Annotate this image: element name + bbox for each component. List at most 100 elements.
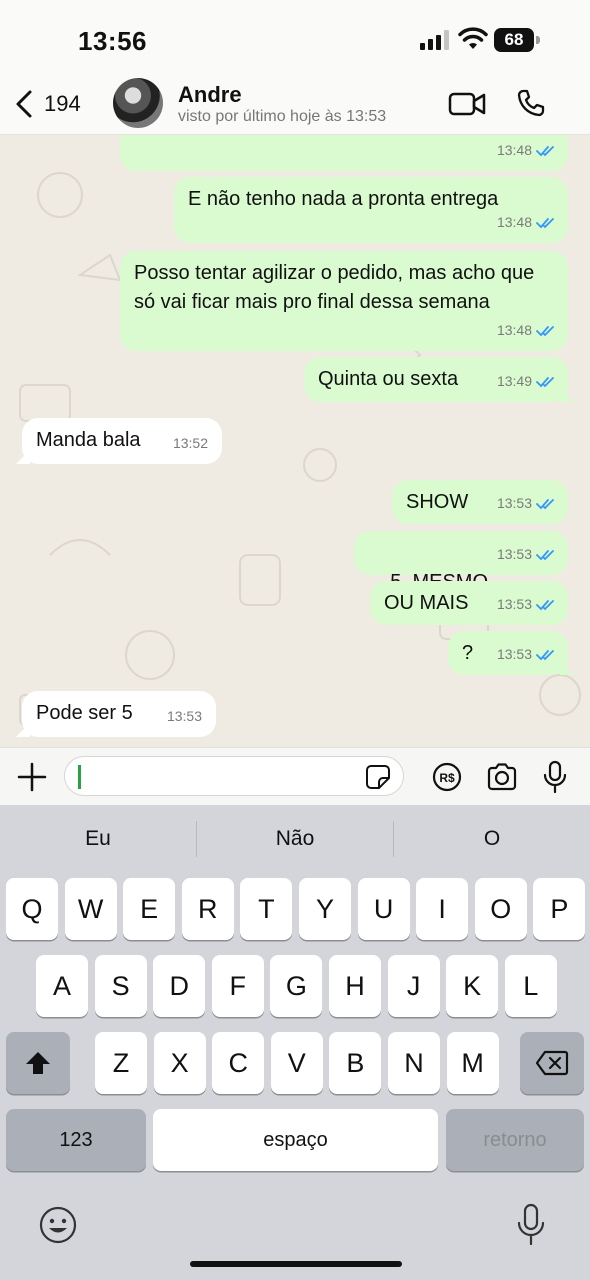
unread-count: 194: [44, 91, 81, 116]
message-time: 13:48: [496, 142, 532, 158]
message-time: 13:53: [496, 546, 532, 562]
backspace-key[interactable]: [520, 1032, 584, 1094]
suggestion-bar: Eu Não O: [0, 805, 590, 873]
message-bubble[interactable]: SHOW 13:53: [392, 480, 568, 524]
message-text: ?: [462, 642, 474, 664]
backspace-icon: [535, 1050, 569, 1076]
message-meta: 13:53: [497, 489, 556, 518]
emoji-icon[interactable]: [38, 1205, 78, 1245]
message-bubble[interactable]: Pode ser 5 13:53: [16, 691, 216, 737]
key-x[interactable]: X: [153, 1032, 206, 1094]
message-input[interactable]: [64, 756, 404, 796]
suggestion-item[interactable]: Eu: [0, 827, 196, 851]
chevron-left-icon: [16, 90, 32, 118]
key-j[interactable]: J: [387, 955, 440, 1017]
key-d[interactable]: D: [153, 955, 206, 1017]
status-time: 13:56: [78, 26, 147, 56]
key-i[interactable]: I: [416, 878, 469, 940]
message-text: Posso tentar agilizar o pedido, mas acho…: [134, 262, 535, 313]
suggestion-item[interactable]: Não: [197, 827, 393, 851]
text-caret: [78, 765, 81, 789]
return-key[interactable]: retorno: [446, 1109, 584, 1171]
read-ticks-icon: [536, 549, 554, 560]
message-bubble[interactable]: 5 MESMO 13:53: [354, 531, 568, 593]
key-r[interactable]: R: [181, 878, 234, 940]
microphone-icon[interactable]: [543, 760, 567, 794]
key-y[interactable]: Y: [299, 878, 351, 940]
read-ticks-icon: [536, 498, 554, 509]
dictation-microphone-icon[interactable]: [517, 1203, 545, 1247]
message-meta: 13:52: [173, 429, 208, 458]
suggestion-item[interactable]: O: [394, 827, 590, 851]
key-b[interactable]: B: [329, 1032, 382, 1094]
avatar[interactable]: [113, 78, 163, 128]
message-bubble[interactable]: OU MAIS 13:53: [370, 581, 568, 625]
key-u[interactable]: U: [357, 878, 410, 940]
message-bubble[interactable]: 13:48: [120, 135, 568, 171]
key-c[interactable]: C: [212, 1032, 265, 1094]
video-call-icon[interactable]: [448, 90, 486, 118]
contact-name[interactable]: Andre: [178, 82, 242, 108]
key-t[interactable]: T: [240, 878, 293, 940]
sticker-icon[interactable]: [365, 764, 391, 790]
key-e[interactable]: E: [123, 878, 176, 940]
key-f[interactable]: F: [211, 955, 264, 1017]
plus-icon[interactable]: [16, 761, 48, 793]
read-ticks-icon: [536, 325, 554, 336]
bubble-tail: [560, 388, 574, 402]
message-bubble[interactable]: Posso tentar agilizar o pedido, mas acho…: [120, 251, 568, 351]
message-meta: 13:53: [497, 540, 556, 569]
message-time: 13:53: [166, 708, 202, 724]
key-l[interactable]: L: [504, 955, 557, 1017]
message-bubble[interactable]: E não tenho nada a pronta entrega 13:48: [174, 177, 568, 243]
key-s[interactable]: S: [94, 955, 147, 1017]
message-meta: 13:48: [497, 316, 556, 345]
last-seen-status[interactable]: visto por último hoje às 13:53: [178, 108, 386, 126]
key-a[interactable]: A: [36, 955, 88, 1017]
message-list[interactable]: 13:48 E não tenho nada a pronta entrega …: [0, 135, 590, 747]
key-k[interactable]: K: [446, 955, 499, 1017]
numbers-key[interactable]: 123: [6, 1109, 146, 1171]
message-composer: R$: [0, 747, 590, 805]
bubble-tail: [16, 723, 30, 737]
read-ticks-icon: [536, 145, 554, 156]
camera-icon[interactable]: [486, 762, 518, 792]
message-bubble[interactable]: Manda bala 13:52: [16, 418, 222, 464]
message-meta: 13:53: [497, 640, 556, 669]
key-m[interactable]: M: [446, 1032, 499, 1094]
back-button[interactable]: 194: [14, 88, 81, 120]
home-indicator: [190, 1261, 402, 1267]
key-w[interactable]: W: [64, 878, 117, 940]
read-ticks-icon: [536, 649, 554, 660]
key-p[interactable]: P: [533, 878, 586, 940]
message-meta: 13:48: [497, 136, 556, 165]
pix-payment-icon[interactable]: R$: [432, 762, 462, 792]
bubble-tail: [16, 450, 30, 464]
message-time: 13:48: [496, 214, 532, 230]
message-time: 13:49: [496, 373, 532, 389]
message-meta: 13:53: [497, 590, 556, 619]
message-meta: 13:53: [167, 702, 202, 731]
bubble-tail: [560, 661, 574, 675]
message-bubble[interactable]: ? 13:53: [448, 631, 574, 675]
key-n[interactable]: N: [388, 1032, 440, 1094]
message-text: SHOW: [406, 491, 469, 513]
key-q[interactable]: Q: [6, 878, 58, 940]
space-key[interactable]: espaço: [153, 1109, 438, 1171]
battery-icon: 68: [494, 28, 540, 52]
key-o[interactable]: O: [474, 878, 527, 940]
key-v[interactable]: V: [270, 1032, 323, 1094]
phone-icon[interactable]: [516, 88, 546, 118]
message-time: 13:53: [496, 646, 532, 662]
shift-key[interactable]: [6, 1032, 70, 1094]
message-text: Manda bala: [36, 429, 141, 451]
chat-header: 194 Andre visto por último hoje às 13:53: [0, 72, 590, 135]
message-meta: 13:49: [497, 367, 556, 396]
key-z[interactable]: Z: [95, 1032, 147, 1094]
keyboard: Eu Não O 123 espaço retorno QWERTYUIOPAS…: [0, 805, 590, 1280]
message-bubble[interactable]: Quinta ou sexta 13:49: [304, 357, 574, 402]
message-text: E não tenho nada a pronta entrega: [188, 188, 499, 210]
key-h[interactable]: H: [329, 955, 381, 1017]
key-g[interactable]: G: [270, 955, 323, 1017]
read-ticks-icon: [536, 376, 554, 387]
